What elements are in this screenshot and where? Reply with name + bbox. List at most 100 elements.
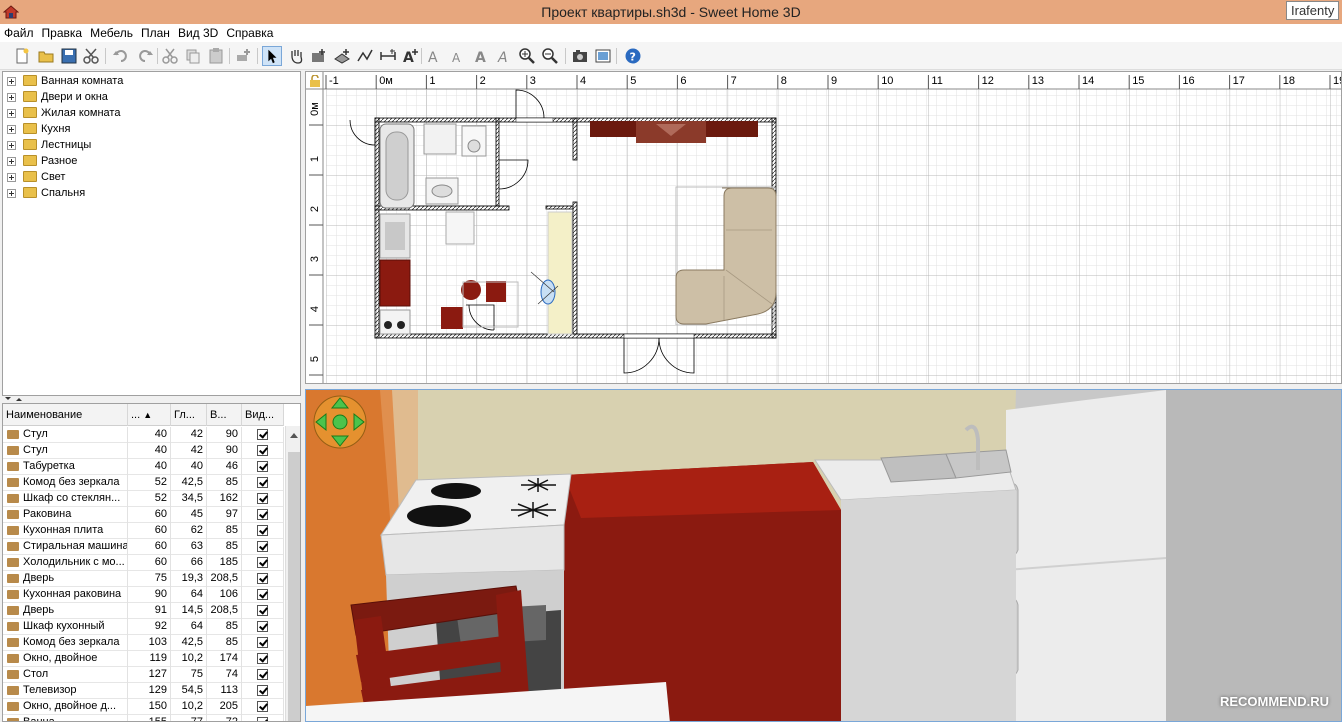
visible-checkbox[interactable] [257, 605, 268, 616]
menu-plan[interactable]: План [137, 24, 174, 40]
column-header-name[interactable]: Наименование [3, 404, 128, 426]
create-dimensions-icon[interactable] [379, 47, 397, 65]
open-folder-icon[interactable] [37, 47, 55, 65]
help-icon[interactable]: ? [624, 47, 642, 65]
table-row[interactable]: Кухонная плита 60 62 85 [3, 523, 284, 539]
table-row[interactable]: Дверь 75 19,3 208,5 [3, 571, 284, 587]
redo-icon[interactable] [136, 47, 154, 65]
cut-preferences-icon[interactable] [82, 47, 100, 65]
zoom-out-icon[interactable] [541, 47, 559, 65]
table-row[interactable]: Ванна 155 77 72 [3, 715, 284, 721]
table-row[interactable]: Окно, двойное д... 150 10,2 205 [3, 699, 284, 715]
table-row[interactable]: Табуретка 40 40 46 [3, 459, 284, 475]
scroll-up-icon[interactable] [290, 432, 298, 438]
visible-checkbox[interactable] [257, 653, 268, 664]
panel-splitter[interactable] [2, 396, 301, 402]
column-header-depth[interactable]: Гл... [171, 404, 207, 426]
catalog-category[interactable]: Двери и окна [3, 89, 300, 105]
3d-navigation-arrows-icon[interactable] [312, 394, 368, 450]
create-rooms-icon[interactable] [333, 47, 351, 65]
cut-icon[interactable] [161, 47, 179, 65]
table-row[interactable]: Кухонная раковина 90 64 106 [3, 587, 284, 603]
copy-icon[interactable] [184, 47, 202, 65]
menu-file[interactable]: Файл [0, 24, 38, 40]
visible-checkbox[interactable] [257, 557, 268, 568]
menu-edit[interactable]: Правка [38, 24, 87, 40]
visible-checkbox[interactable] [257, 685, 268, 696]
catalog-category[interactable]: Свет [3, 169, 300, 185]
undo-icon[interactable] [112, 47, 130, 65]
create-video-icon[interactable] [594, 47, 612, 65]
visible-checkbox[interactable] [257, 493, 268, 504]
visible-checkbox[interactable] [257, 461, 268, 472]
catalog-category[interactable]: Ванная комната [3, 73, 300, 89]
expand-icon[interactable] [7, 173, 16, 182]
user-badge[interactable]: Irafenty [1286, 1, 1340, 20]
create-polylines-icon[interactable] [356, 47, 374, 65]
column-header-height[interactable]: В... [207, 404, 242, 426]
visible-checkbox[interactable] [257, 525, 268, 536]
catalog-category[interactable]: Кухня [3, 121, 300, 137]
vertical-scrollbar[interactable] [285, 426, 300, 721]
visible-checkbox[interactable] [257, 589, 268, 600]
paste-icon[interactable] [207, 47, 225, 65]
expand-icon[interactable] [7, 157, 16, 166]
italic-text-icon[interactable]: A [495, 47, 513, 65]
add-text-icon[interactable]: A [401, 47, 419, 65]
floor-plan-canvas[interactable]: -10м12345678910111213141516171819 0м1234… [306, 72, 1342, 384]
expand-icon[interactable] [7, 189, 16, 198]
create-walls-icon[interactable] [310, 47, 328, 65]
visible-checkbox[interactable] [257, 621, 268, 632]
visible-checkbox[interactable] [257, 669, 268, 680]
expand-icon[interactable] [7, 141, 16, 150]
increase-text-size-icon[interactable]: A [426, 47, 444, 65]
table-row[interactable]: Стул 40 42 90 [3, 427, 284, 443]
expand-icon[interactable] [7, 77, 16, 86]
expand-icon[interactable] [7, 93, 16, 102]
expand-icon[interactable] [7, 109, 16, 118]
catalog-category[interactable]: Жилая комната [3, 105, 300, 121]
visible-checkbox[interactable] [257, 701, 268, 712]
table-row[interactable]: Раковина 60 45 97 [3, 507, 284, 523]
catalog-category[interactable]: Разное [3, 153, 300, 169]
visible-checkbox[interactable] [257, 573, 268, 584]
visible-checkbox[interactable] [257, 445, 268, 456]
table-row[interactable]: Стол 127 75 74 [3, 667, 284, 683]
table-row[interactable]: Окно, двойное 119 10,2 174 [3, 651, 284, 667]
catalog-category[interactable]: Спальня [3, 185, 300, 201]
zoom-in-icon[interactable] [518, 47, 536, 65]
pan-hand-icon[interactable] [287, 47, 305, 65]
menu-furniture[interactable]: Мебель [86, 24, 137, 40]
table-row[interactable]: Шкаф со стеклян... 52 34,5 162 [3, 491, 284, 507]
new-file-icon[interactable] [13, 47, 31, 65]
table-row[interactable]: Холодильник с мо... 60 66 185 [3, 555, 284, 571]
visible-checkbox[interactable] [257, 541, 268, 552]
table-row[interactable]: Телевизор 129 54,5 113 [3, 683, 284, 699]
visible-checkbox[interactable] [257, 717, 268, 721]
visible-checkbox[interactable] [257, 477, 268, 488]
create-photo-icon[interactable] [571, 47, 589, 65]
table-row[interactable]: Комод без зеркала 103 42,5 85 [3, 635, 284, 651]
table-row[interactable]: Шкаф кухонный 92 64 85 [3, 619, 284, 635]
table-row[interactable]: Стиральная машина 60 63 85 [3, 539, 284, 555]
visible-checkbox[interactable] [257, 509, 268, 520]
menu-3d-view[interactable]: Вид 3D [174, 24, 222, 40]
table-row[interactable]: Комод без зеркала 52 42,5 85 [3, 475, 284, 491]
table-row[interactable]: Дверь 91 14,5 208,5 [3, 603, 284, 619]
column-header-width[interactable]: ... ▲ [128, 404, 171, 426]
scrollbar-thumb[interactable] [288, 452, 300, 721]
catalog-category[interactable]: Лестницы [3, 137, 300, 153]
table-row[interactable]: Стул 40 42 90 [3, 443, 284, 459]
add-furniture-icon[interactable] [234, 47, 252, 65]
select-mode-icon[interactable] [262, 46, 282, 66]
visible-checkbox[interactable] [257, 637, 268, 648]
plan-view[interactable]: -10м12345678910111213141516171819 0м1234… [305, 71, 1342, 384]
expand-icon[interactable] [7, 125, 16, 134]
3d-view[interactable]: RECOMMEND.RU [305, 389, 1342, 722]
bold-text-icon[interactable]: A [472, 47, 490, 65]
3d-scene[interactable] [306, 390, 1342, 722]
save-icon[interactable] [60, 47, 78, 65]
decrease-text-size-icon[interactable]: A [449, 47, 467, 65]
visible-checkbox[interactable] [257, 429, 268, 440]
column-header-visible[interactable]: Вид... [242, 404, 284, 426]
